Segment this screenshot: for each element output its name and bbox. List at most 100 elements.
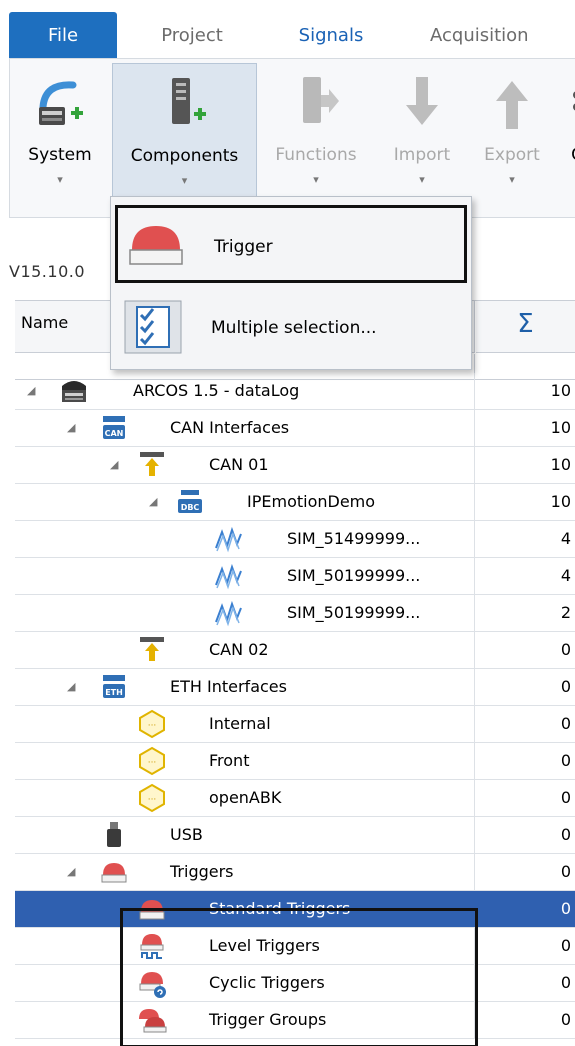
tree-row[interactable]: ◢ Triggers 0	[15, 854, 575, 891]
expand-arrow-icon[interactable]: ◢	[110, 455, 124, 475]
tree-row-count: 0	[560, 1010, 571, 1029]
tree-row-count: 0	[560, 714, 571, 733]
tree-row-count: 0	[560, 936, 571, 955]
system-button[interactable]: System ▾	[10, 63, 110, 197]
column-header-sum[interactable]: Σ	[476, 301, 575, 353]
tree-row[interactable]: SIM_50199999... 4	[15, 558, 575, 595]
tree-row[interactable]: ··· Internal 0	[15, 706, 575, 743]
components-label: Components	[130, 146, 239, 166]
ribbon: System ▾ Components ▾ Functions ▾ Import…	[9, 58, 575, 218]
multiple-selection-icon	[124, 300, 182, 354]
export-label: Export	[484, 145, 540, 165]
more-button[interactable]: C	[562, 63, 575, 197]
signal-icon	[215, 563, 242, 590]
tree-row[interactable]: USB 0	[15, 817, 575, 854]
chevron-down-icon: ▾	[509, 173, 515, 186]
menu-item-trigger[interactable]: Trigger	[115, 205, 467, 283]
svg-text:CAN: CAN	[105, 429, 124, 438]
tree-row[interactable]: ◢ DBC IPEmotionDemo 10	[15, 484, 575, 521]
tree-row[interactable]: CAN 02 0	[15, 632, 575, 669]
svg-text:ETH: ETH	[105, 688, 123, 697]
menu-item-label: Multiple selection...	[211, 318, 377, 338]
tab-signals[interactable]: Signals	[262, 12, 400, 60]
cyclic-trigger-icon	[139, 972, 166, 998]
tree-row[interactable]: ··· Front 0	[15, 743, 575, 780]
import-arrow-icon	[406, 77, 438, 125]
more-icon	[573, 91, 575, 111]
tree-row-count: 10	[550, 381, 571, 400]
eth-port-icon: ···	[139, 783, 165, 813]
tree-row-label: openABK	[209, 788, 282, 807]
trigger-icon	[139, 900, 165, 920]
components-icon	[171, 78, 206, 124]
tree-row-label: ETH Interfaces	[170, 677, 287, 696]
svg-text:···: ···	[148, 758, 157, 768]
device-icon	[62, 381, 86, 402]
chevron-down-icon: ▾	[419, 173, 425, 186]
more-label: C	[562, 145, 575, 165]
tree-row-label: CAN 01	[209, 455, 269, 474]
svg-text:···: ···	[148, 721, 157, 731]
tree-row[interactable]: ◢ ARCOS 1.5 - dataLog 10	[15, 373, 575, 410]
tree-row-count: 0	[560, 825, 571, 844]
menu-tab-bar: File Project Signals Acquisition	[0, 0, 575, 62]
tree-row-count: 10	[550, 492, 571, 511]
can-interfaces-icon: CAN	[103, 416, 125, 439]
expand-arrow-icon[interactable]: ◢	[27, 381, 41, 401]
tab-acquisition[interactable]: Acquisition	[430, 12, 575, 60]
functions-icon	[303, 77, 339, 123]
export-button[interactable]: Export ▾	[472, 63, 552, 197]
tree-row[interactable]: ··· openABK 0	[15, 780, 575, 817]
tree-row-label: Internal	[209, 714, 271, 733]
chevron-down-icon: ▾	[57, 173, 63, 186]
expand-arrow-icon[interactable]: ◢	[149, 492, 163, 512]
components-button[interactable]: Components ▾	[112, 63, 257, 197]
usb-icon	[107, 822, 121, 847]
tree-row[interactable]: Cyclic Triggers 0	[15, 965, 575, 1002]
system-icon	[39, 81, 83, 125]
tree-row-label: CAN 02	[209, 640, 269, 659]
tree-row[interactable]: ◢ ETH ETH Interfaces 0	[15, 669, 575, 706]
tab-project[interactable]: Project	[128, 12, 256, 60]
import-label: Import	[393, 145, 451, 165]
trigger-group-icon	[139, 1009, 167, 1033]
signal-icon	[215, 526, 242, 553]
eth-port-icon: ···	[139, 746, 165, 776]
eth-interfaces-icon: ETH	[103, 675, 125, 698]
expand-arrow-icon[interactable]: ◢	[67, 862, 81, 882]
dbc-icon: DBC	[178, 490, 202, 513]
can-port-icon	[140, 637, 164, 661]
signal-tree: ◢ ARCOS 1.5 - dataLog 10 ◢ CAN CAN Inter…	[15, 373, 575, 1039]
export-arrow-icon	[496, 81, 528, 129]
system-label: System	[28, 145, 92, 165]
tree-row-label: Triggers	[170, 862, 234, 881]
tree-row-label: SIM_50199999...	[287, 603, 421, 622]
tree-row-label: Standard Triggers	[209, 899, 351, 918]
tree-row-count: 2	[560, 603, 571, 622]
tree-row[interactable]: Trigger Groups 0	[15, 1002, 575, 1039]
tree-row-selected[interactable]: Standard Triggers 0	[15, 891, 575, 928]
tree-row-count: 4	[560, 566, 571, 585]
components-dropdown: Trigger Multiple selection...	[110, 196, 472, 370]
tree-row-count: 10	[550, 455, 571, 474]
tree-row[interactable]: ◢ CAN 01 10	[15, 447, 575, 484]
tree-row-count: 0	[560, 788, 571, 807]
level-trigger-icon	[140, 934, 164, 959]
expand-arrow-icon[interactable]: ◢	[67, 418, 81, 438]
signal-icon	[215, 600, 242, 627]
tree-row[interactable]: SIM_51499999... 4	[15, 521, 575, 558]
tree-row-count: 0	[560, 751, 571, 770]
tree-row-label: Front	[209, 751, 250, 770]
tree-row-label: Trigger Groups	[209, 1010, 327, 1029]
tree-row[interactable]: SIM_50199999... 2	[15, 595, 575, 632]
eth-port-icon: ···	[139, 709, 165, 739]
import-button[interactable]: Import ▾	[382, 63, 462, 197]
expand-arrow-icon[interactable]: ◢	[67, 677, 81, 697]
chevron-down-icon: ▾	[181, 174, 188, 187]
menu-item-multiple-selection[interactable]: Multiple selection...	[115, 289, 467, 367]
tree-row[interactable]: Level Triggers 0	[15, 928, 575, 965]
functions-button[interactable]: Functions ▾	[266, 63, 366, 197]
tab-file[interactable]: File	[9, 12, 117, 60]
tree-row[interactable]: ◢ CAN CAN Interfaces 10	[15, 410, 575, 447]
svg-text:DBC: DBC	[181, 503, 200, 512]
